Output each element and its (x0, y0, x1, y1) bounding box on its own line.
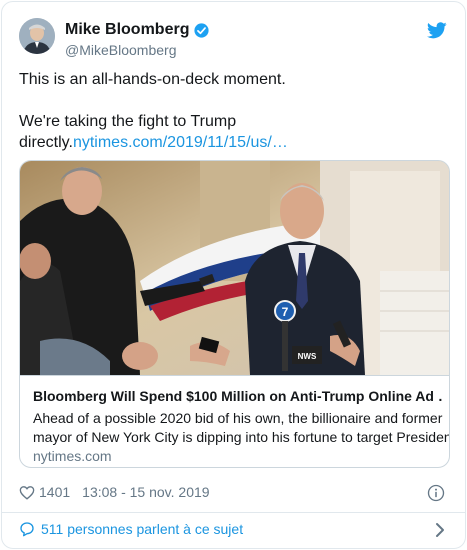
tweet-line-3-prefix: directly. (19, 134, 73, 151)
card-desc-line-1: Ahead of a possible 2020 bid of his own,… (33, 410, 443, 426)
photo-mic-label: 7 (282, 305, 289, 319)
avatar[interactable] (19, 18, 55, 54)
author-display-name[interactable]: Mike Bloomberg (65, 21, 210, 39)
author-name-text[interactable]: Mike Bloomberg (65, 21, 189, 39)
link-preview-card[interactable]: 7 NWS Bloomberg Will Spend $100 Million … (19, 160, 450, 468)
heart-icon[interactable] (19, 485, 35, 500)
timestamp[interactable]: 13:08 - 15 nov. 2019 (82, 484, 209, 500)
card-desc-line-2: mayor of New York City is dipping into h… (33, 429, 450, 445)
discussion-label[interactable]: 511 personnes parlent à ce sujet (41, 521, 243, 537)
photo-mic2-label: NWS (298, 352, 317, 361)
tweet-link[interactable]: nytimes.com/2019/11/15/us/… (73, 134, 288, 151)
card-photo[interactable]: 7 NWS (20, 161, 450, 375)
author-handle[interactable]: @MikeBloomberg (65, 42, 176, 58)
tweet-line-1: This is an all-hands-on-deck moment. (19, 71, 286, 88)
like-count[interactable]: 1401 (39, 484, 70, 500)
card-body[interactable]: Bloomberg Will Spend $100 Million on Ant… (20, 375, 450, 467)
tweet-meta-row: 1401 13:08 - 15 nov. 2019 (19, 484, 210, 500)
chevron-right-icon[interactable] (435, 522, 445, 538)
card-domain: nytimes.com (33, 448, 112, 464)
verified-badge-icon (194, 22, 210, 38)
speech-bubble-icon (20, 522, 34, 537)
tweet-line-2: We're taking the fight to Trump (19, 113, 237, 130)
tweet-text: This is an all-hands-on-deck moment. We'… (19, 69, 449, 153)
card-description: Ahead of a possible 2020 bid of his own,… (33, 409, 450, 447)
info-icon[interactable] (427, 484, 445, 502)
card-title[interactable]: Bloomberg Will Spend $100 Million on Ant… (33, 388, 443, 404)
tweet-line-3: directly.nytimes.com/2019/11/15/us/… (19, 132, 449, 153)
twitter-bird-icon[interactable] (427, 22, 447, 39)
discussion-link[interactable]: 511 personnes parlent à ce sujet (19, 521, 243, 537)
tweet-card: Mike Bloomberg @MikeBloomberg This is an… (1, 1, 466, 549)
divider (2, 512, 465, 513)
